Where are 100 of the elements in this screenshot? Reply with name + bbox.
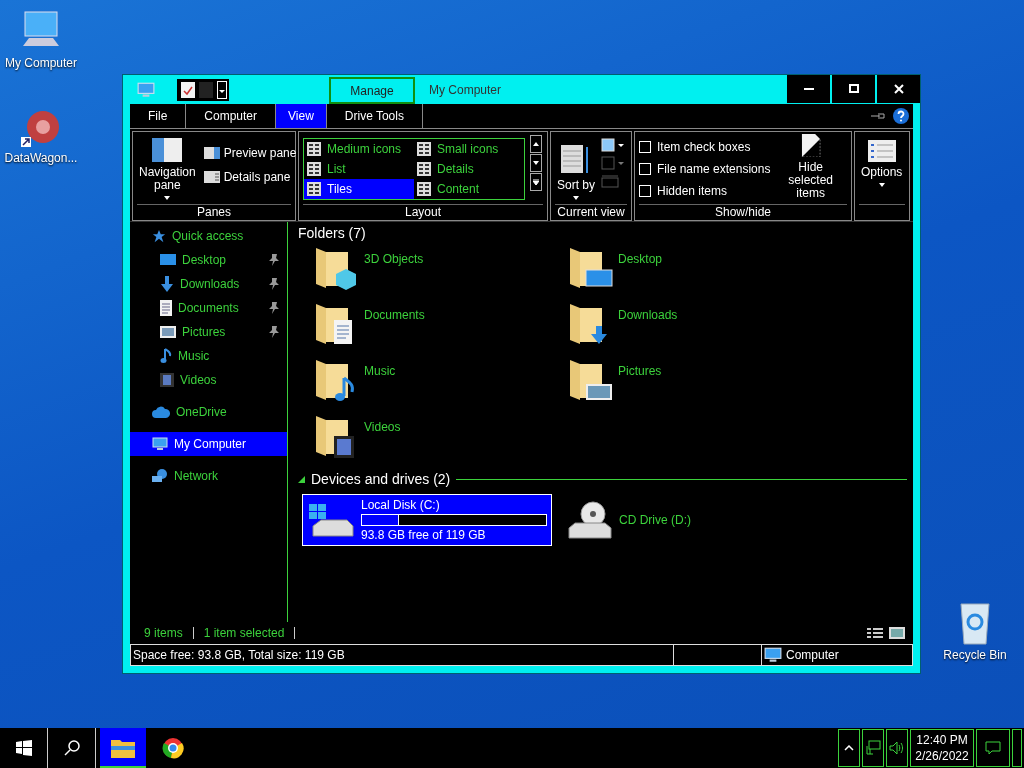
expand-gallery-button[interactable]: [530, 173, 542, 191]
drive-tile[interactable]: CD Drive (D:): [560, 494, 810, 546]
preview-pane-button[interactable]: Preview pane: [201, 144, 299, 162]
checkbox-label[interactable]: Hidden items: [657, 184, 728, 198]
desktop-icon-label[interactable]: My Computer: [5, 56, 77, 70]
checkbox[interactable]: [639, 163, 651, 175]
layout-option[interactable]: Small icons: [414, 139, 524, 159]
folder-name[interactable]: 3D Objects: [364, 252, 424, 266]
download-arrow-icon: [160, 276, 174, 292]
close-icon: [893, 84, 904, 94]
layout-option[interactable]: Content: [414, 179, 524, 199]
folder-icon: [111, 738, 135, 758]
expand-icon: [533, 179, 539, 185]
nav-item[interactable]: Quick access: [130, 224, 287, 248]
cloud-icon: [152, 406, 170, 418]
folder-name[interactable]: Downloads: [618, 308, 678, 322]
maximize-icon: [848, 84, 859, 94]
page-fold-icon: [799, 134, 822, 157]
music-note-icon: [160, 348, 172, 364]
checked-document-icon[interactable]: [181, 82, 195, 98]
network-button[interactable]: [862, 729, 884, 767]
group-label: Current view: [555, 204, 627, 220]
minimize-icon: [803, 88, 814, 90]
view-layout-icon: [307, 142, 321, 156]
folder-name[interactable]: Music: [364, 364, 396, 378]
nav-item[interactable]: OneDrive: [130, 400, 287, 424]
checkbox-label[interactable]: Item check boxes: [657, 140, 751, 154]
pin-icon[interactable]: [871, 112, 885, 120]
collapse-triangle-icon[interactable]: [298, 475, 305, 483]
desktop-icon-label[interactable]: DataWagon...: [4, 151, 78, 165]
section-heading: Devices and drives (2): [311, 471, 451, 487]
layout-option[interactable]: Tiles: [304, 179, 414, 199]
view-layout-icon: [417, 162, 431, 176]
help-icon[interactable]: [893, 108, 909, 124]
layout-option[interactable]: Medium icons: [304, 139, 414, 159]
caret-icon: [878, 183, 885, 187]
film-icon: [160, 373, 174, 387]
scroll-up-button[interactable]: [530, 135, 542, 153]
browser-icon: [162, 737, 184, 759]
picture-icon: [160, 326, 176, 338]
window-title: My Computer: [429, 82, 502, 97]
nav-item[interactable]: Network: [130, 464, 287, 488]
caret-icon: [164, 196, 171, 200]
folder-name[interactable]: Desktop: [618, 252, 663, 266]
checkbox[interactable]: [639, 141, 651, 153]
layout-option[interactable]: Details: [414, 159, 524, 179]
add-columns-icon: [601, 156, 625, 170]
close-button[interactable]: [875, 75, 920, 103]
context-tab[interactable]: Manage: [329, 77, 415, 104]
clock[interactable]: 12:40 PM 2/26/2022: [910, 729, 974, 767]
volume-button[interactable]: [886, 729, 908, 767]
computer-icon: [764, 646, 782, 664]
folder-name[interactable]: Pictures: [618, 364, 662, 378]
nav-item[interactable]: My Computer: [130, 432, 287, 456]
folder-name[interactable]: Documents: [364, 308, 425, 322]
checklist-icon: [867, 140, 896, 162]
notifications-button[interactable]: [976, 729, 1010, 767]
down-arrow-icon: [533, 161, 539, 165]
show-hidden-icons-button[interactable]: [838, 729, 860, 767]
checkbox-label[interactable]: File name extensions: [657, 162, 771, 176]
show-desktop-button[interactable]: [1012, 729, 1022, 767]
folder-name[interactable]: Videos: [364, 420, 401, 434]
group-by-icon[interactable]: [601, 138, 625, 152]
details-pane-button[interactable]: Details pane: [201, 168, 299, 186]
space-info: Space free: 93.8 GB, Total size: 119 GB: [133, 648, 345, 662]
location-label: Computer: [786, 648, 839, 662]
hide-selected-items-button[interactable]: Hide selected items: [774, 134, 847, 202]
maximize-button[interactable]: [830, 75, 875, 103]
view-layout-icon: [307, 162, 321, 176]
sort-by-button[interactable]: Sort by: [555, 134, 597, 202]
sort-table-icon: [561, 145, 591, 175]
nav-item[interactable]: Videos: [130, 368, 287, 392]
drive-space-text: 93.8 GB free of 119 GB: [361, 528, 487, 542]
dropdown-icon[interactable]: [217, 81, 227, 99]
group-label: Panes: [137, 204, 291, 220]
details-view-icon[interactable]: [867, 627, 883, 639]
drive-tile[interactable]: Local Disk (C:) 93.8 GB free of 119 GB: [302, 494, 552, 546]
layout-option[interactable]: List: [304, 159, 414, 179]
selection-count: 1 item selected: [203, 626, 285, 640]
checkbox[interactable]: [639, 185, 651, 197]
search-icon: [63, 740, 80, 756]
caret-icon: [573, 196, 579, 200]
network-icon: [865, 740, 881, 756]
pane-icon: [203, 147, 220, 159]
desktop-icon-label[interactable]: Recycle Bin: [943, 648, 1007, 662]
ribbon-tab[interactable]: View: [276, 104, 327, 128]
nav-item[interactable]: Downloads: [130, 272, 287, 296]
section-heading: Folders (7): [298, 225, 366, 241]
nav-item[interactable]: Pictures: [130, 320, 287, 344]
navigation-pane-button[interactable]: Navigation pane: [137, 134, 198, 202]
nav-item[interactable]: Music: [130, 344, 287, 368]
pane-icon: [203, 171, 220, 183]
cd-drive-icon: [565, 500, 613, 540]
pane-layout-icon: [152, 138, 183, 162]
scroll-down-button[interactable]: [530, 154, 542, 172]
nav-item[interactable]: Desktop: [130, 248, 287, 272]
minimize-button[interactable]: [785, 75, 830, 103]
clock-time: 12:40 PM: [916, 732, 968, 748]
nav-item[interactable]: Documents: [130, 296, 287, 320]
computer-icon: [152, 436, 168, 452]
